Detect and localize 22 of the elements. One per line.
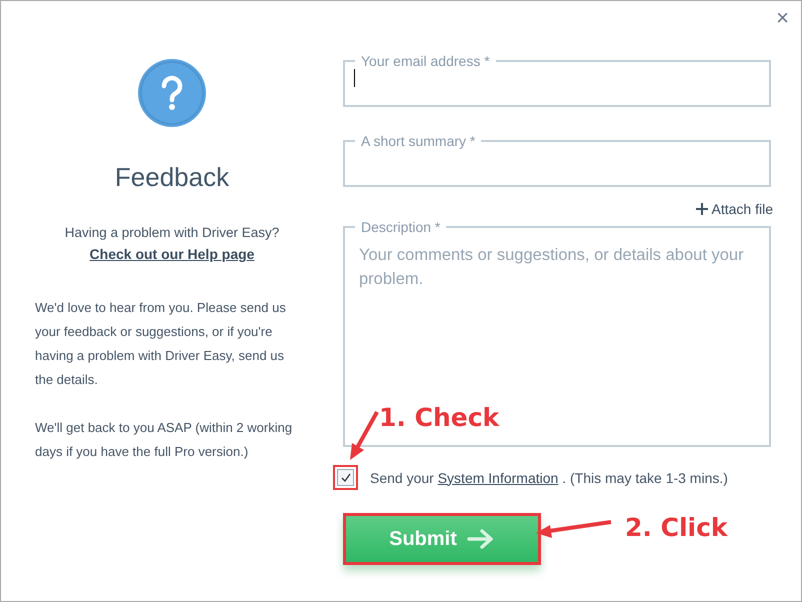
plus-icon: [696, 203, 708, 215]
dialog-title: Feedback: [114, 162, 230, 193]
help-question: Having a problem with Driver Easy?: [64, 225, 280, 240]
system-info-link[interactable]: System Information: [438, 470, 558, 486]
arrow-icon: [466, 529, 495, 549]
attach-file-link[interactable]: Attach file: [696, 201, 773, 217]
help-link[interactable]: Check out our Help page: [90, 246, 254, 262]
submit-button[interactable]: Submit: [343, 513, 541, 565]
annotation-text: 1. Check: [379, 403, 500, 432]
input-field[interactable]: Your email address *: [343, 53, 771, 107]
field-label: A short summary *: [360, 133, 476, 149]
annotation-text: 2. Click: [625, 513, 728, 542]
checkmark-icon: [340, 472, 350, 482]
close-button[interactable]: ×: [774, 7, 791, 29]
help-icon: [137, 58, 207, 128]
annotation-arrow: [350, 411, 379, 460]
system-info-text: Send your System Information . (This may take 1-3 mins.): [370, 470, 728, 486]
info-paragraph: We'd love to hear from you. Please send us your feedback or suggestions, or if you're having a problem with Driver Easy, send us the details.: [35, 299, 287, 389]
input-field[interactable]: A short summary *: [343, 133, 771, 187]
field-label: Your email address *: [360, 53, 491, 69]
info-paragraph: We'll get back to you ASAP (within 2 working days if you have the full Pro version.): [35, 419, 294, 461]
field-label: Description *: [360, 219, 442, 235]
